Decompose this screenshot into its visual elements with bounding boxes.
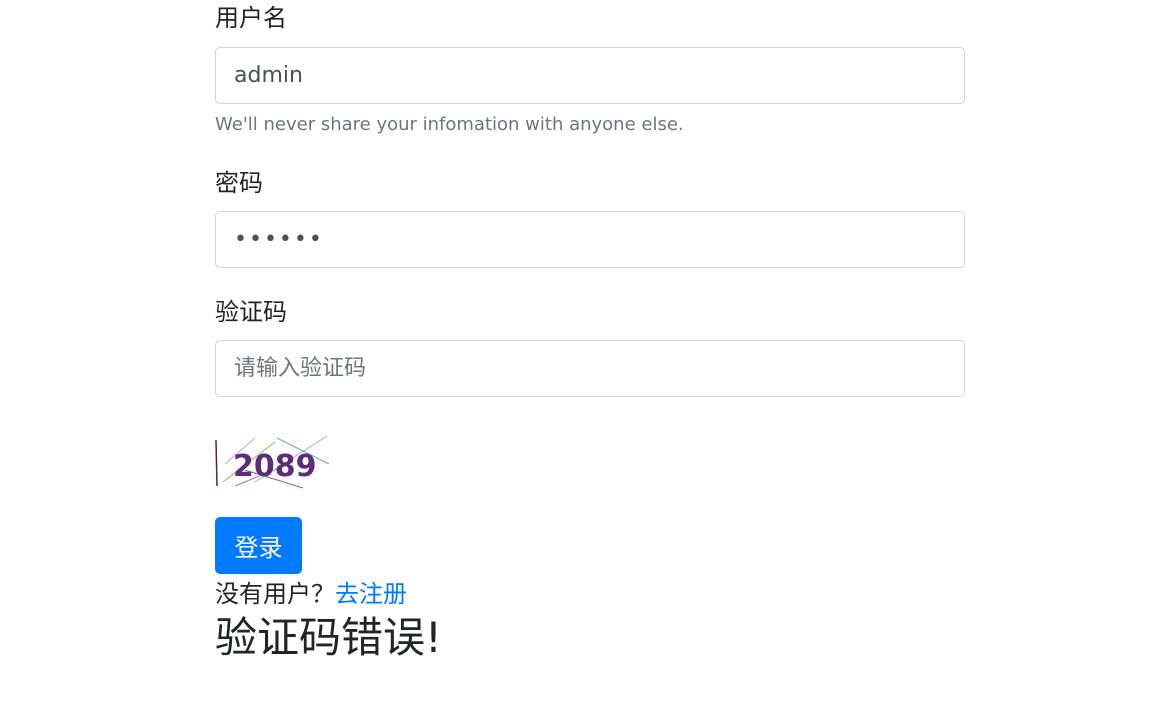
captcha-input[interactable] bbox=[215, 340, 965, 397]
username-help-text: We'll never share your infomation with a… bbox=[215, 114, 684, 135]
captcha-image[interactable]: 2089 bbox=[215, 434, 331, 490]
error-message: 验证码错误! bbox=[215, 613, 442, 662]
username-input[interactable] bbox=[215, 47, 965, 104]
password-label: 密码 bbox=[215, 169, 263, 197]
signup-prompt: 没有用户？ bbox=[215, 580, 335, 608]
captcha-text: 2089 bbox=[233, 449, 317, 484]
signup-line: 没有用户？去注册 bbox=[215, 578, 407, 610]
captcha-label: 验证码 bbox=[215, 298, 287, 326]
login-button[interactable]: 登录 bbox=[215, 517, 302, 574]
signup-link[interactable]: 去注册 bbox=[335, 580, 407, 608]
username-label: 用户名 bbox=[215, 4, 287, 32]
password-input[interactable] bbox=[215, 211, 965, 268]
